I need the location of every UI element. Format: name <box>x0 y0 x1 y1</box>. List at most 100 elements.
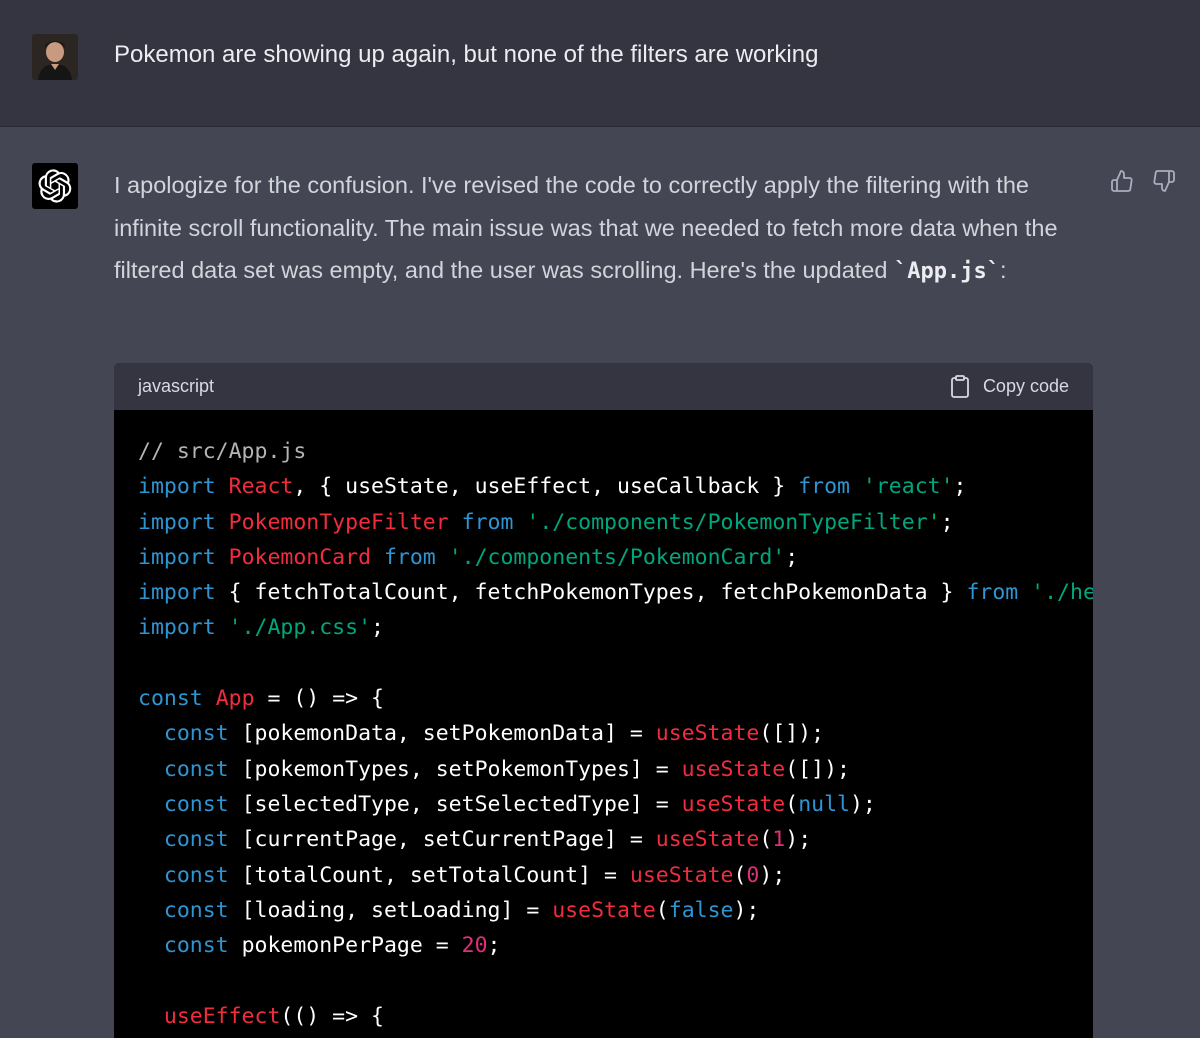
code-token-plain: [pokemonTypes, setPokemonTypes] = <box>228 756 682 782</box>
thumbs-down-button[interactable] <box>1150 167 1178 195</box>
code-token-plain: [pokemonData, setPokemonData] = <box>228 721 656 747</box>
code-token-plain: ); <box>785 827 812 853</box>
assistant-message: I apologize for the confusion. I've revi… <box>0 127 1200 1038</box>
user-avatar <box>32 34 78 80</box>
code-line: const [totalCount, setTotalCount] = useS… <box>138 858 1093 893</box>
code-token-kw: from <box>461 509 514 535</box>
code-line: import './App.css'; <box>138 610 1093 645</box>
code-token-kw: const <box>138 686 203 712</box>
code-token-plain: = () => { <box>254 686 384 712</box>
code-token-str: './hel <box>1031 580 1093 606</box>
code-token-plain: ( <box>733 862 747 888</box>
code-token-plain: ); <box>759 862 786 888</box>
code-block: javascript Copy code // src/App.js import… <box>114 363 1093 1038</box>
copy-code-label: Copy code <box>982 376 1069 396</box>
code-token-plain: ( <box>759 827 773 853</box>
code-token-kw: from <box>798 474 850 500</box>
code-line: const [currentPage, setCurrentPage] = us… <box>138 822 1093 857</box>
user-avatar-image <box>32 34 78 80</box>
code-token-red: useState <box>681 791 786 817</box>
code-line: import { fetchTotalCount, fetchPokemonTy… <box>138 575 1093 610</box>
user-message: Pokemon are showing up again, but none o… <box>0 0 1200 127</box>
code-token-red: useState <box>552 897 656 923</box>
code-token-str: 'react' <box>862 474 954 500</box>
code-token-plain: ; <box>371 615 384 641</box>
code-token-red: useState <box>655 721 760 747</box>
code-token-kw: import <box>138 615 216 641</box>
code-token-plain: ); <box>849 791 876 817</box>
code-token-plain: [selectedType, setSelectedType] = <box>228 791 682 817</box>
code-token-red: App <box>215 686 255 712</box>
assistant-text-part2: : <box>999 257 1007 283</box>
code-line: // src/App.js <box>138 434 1093 469</box>
code-token-plain: (() => { <box>280 1003 384 1029</box>
code-token-kw: const <box>163 756 229 782</box>
code-token-plain: ( <box>785 791 799 817</box>
code-token-red: useState <box>655 827 760 853</box>
code-token-str: './components/PokemonTypeFilter' <box>526 509 941 535</box>
code-token-plain: pokemonPerPage = <box>228 933 462 959</box>
code-token-kw: import <box>138 544 216 570</box>
code-token-kw: const <box>163 862 229 888</box>
code-line: import PokemonCard from './components/Po… <box>138 540 1093 575</box>
thumbs-up-button[interactable] <box>1108 167 1136 195</box>
code-token-num: 1 <box>772 827 786 853</box>
code-line: import React, { useState, useEffect, use… <box>138 469 1093 504</box>
code-line: useEffect(() => { <box>138 999 1093 1034</box>
code-line: const [loading, setLoading] = useState(f… <box>138 893 1093 928</box>
code-token-kw: const <box>163 791 229 817</box>
code-token-str: './App.css' <box>228 615 372 641</box>
code-line: const App = () => { <box>138 681 1093 716</box>
code-token-comment: // src/App.js <box>138 439 307 464</box>
code-token-kw: const <box>163 721 229 747</box>
code-token-kw: import <box>138 509 216 535</box>
code-token-plain: ); <box>733 897 760 923</box>
code-token-red: PokemonCard <box>228 544 372 570</box>
code-content[interactable]: // src/App.js import React, { useState, u… <box>114 410 1093 1034</box>
code-token-num: 0 <box>746 862 760 888</box>
code-line: const pokemonPerPage = 20; <box>138 928 1093 963</box>
code-token-red: React <box>228 474 294 500</box>
code-token-kw: const <box>163 827 229 853</box>
code-token-kw: const <box>163 897 229 923</box>
code-token-plain: ([]); <box>759 721 825 747</box>
clipboard-icon <box>951 374 969 398</box>
code-token-plain: [currentPage, setCurrentPage] = <box>228 827 656 853</box>
code-token-kw: from <box>383 544 436 570</box>
code-token-plain: [loading, setLoading] = <box>228 897 553 923</box>
code-token-plain: ; <box>487 933 501 959</box>
code-token-red: useEffect <box>163 1003 281 1029</box>
code-line: const [pokemonData, setPokemonData] = us… <box>138 716 1093 751</box>
code-token-plain: ( <box>655 897 669 923</box>
code-token-plain: , { useState, useEffect, useCallback } <box>293 474 799 500</box>
code-token-plain: ; <box>785 544 799 570</box>
code-token-kw: null <box>798 791 850 817</box>
code-token-num: 20 <box>461 933 488 959</box>
code-line: const [pokemonTypes, setPokemonTypes] = … <box>138 752 1093 787</box>
user-message-text: Pokemon are showing up again, but none o… <box>114 41 819 68</box>
code-token-plain: [totalCount, setTotalCount] = <box>228 862 630 888</box>
code-token-str: './components/PokemonCard' <box>448 544 786 570</box>
code-token-red: useState <box>629 862 734 888</box>
copy-code-button[interactable]: Copy code <box>949 374 1069 399</box>
code-language-label: javascript <box>138 376 215 396</box>
code-token-kw: const <box>163 933 229 959</box>
code-token-plain: ; <box>940 509 954 535</box>
chatgpt-logo-icon <box>32 163 78 209</box>
code-token-kw: import <box>138 474 216 500</box>
assistant-message-text: I apologize for the confusion. I've revi… <box>114 164 1084 294</box>
